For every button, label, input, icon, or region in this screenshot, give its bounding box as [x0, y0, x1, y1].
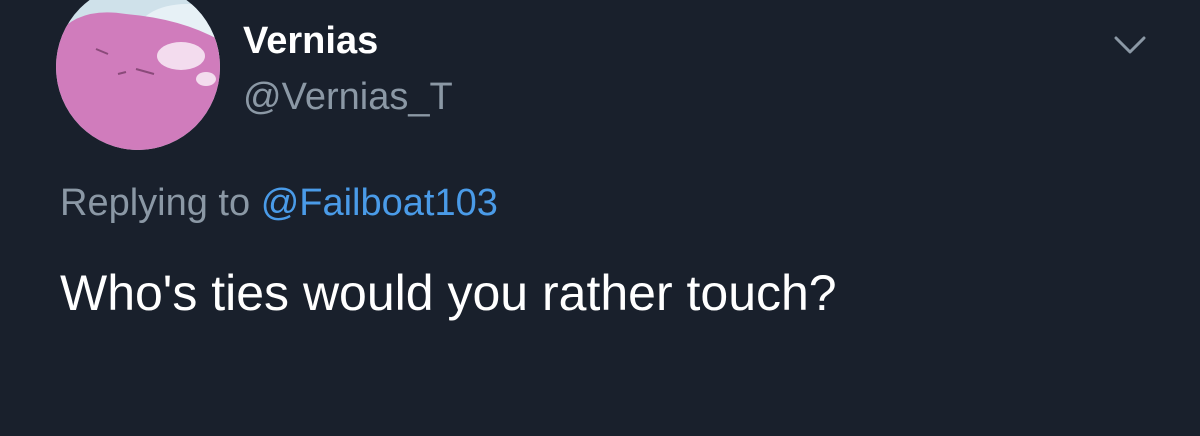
author-handle[interactable]: @Vernias_T [243, 74, 453, 120]
author-display-name[interactable]: Vernias [243, 18, 378, 64]
reply-mention-link[interactable]: @Failboat103 [261, 182, 498, 224]
avatar[interactable] [56, 0, 220, 150]
replying-to-line: Replying to @Failboat103 [60, 180, 498, 226]
chevron-down-icon[interactable] [1108, 26, 1152, 66]
replying-to-label: Replying to [60, 182, 251, 224]
avatar-image [56, 0, 220, 150]
tweet-text: Who's ties would you rather touch? [60, 265, 837, 321]
